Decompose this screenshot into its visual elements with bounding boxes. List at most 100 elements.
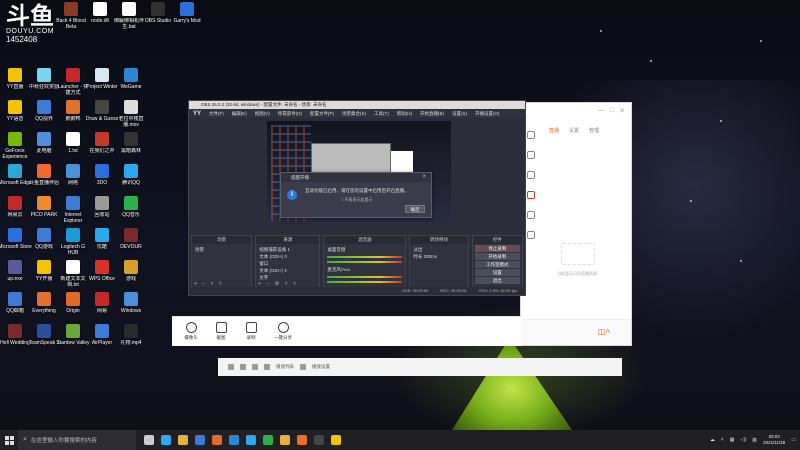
start-recording-button[interactable]: 开始录制 [474, 253, 520, 260]
menu-docks[interactable]: 停靠部件(D) [278, 111, 302, 117]
wegame-icon[interactable] [229, 435, 239, 445]
desktop-icon[interactable]: OBS Studio [143, 0, 173, 40]
media-icon[interactable] [240, 364, 246, 370]
menu-tools[interactable]: 工具(T) [374, 111, 389, 117]
desktop-icon[interactable]: Garry's Mod [172, 0, 202, 40]
desktop-icon[interactable]: AirPlayer [87, 322, 117, 362]
screenshot-icon [215, 322, 227, 333]
taskbar-clock[interactable]: 20:03 2021/11/28 [763, 434, 785, 446]
app-icon [8, 132, 22, 146]
edge-icon[interactable] [161, 435, 171, 445]
media-item-playlist[interactable]: 播放列表 [276, 364, 294, 370]
firefox-icon[interactable] [212, 435, 222, 445]
dont-show-checkbox[interactable]: □ 不再显示此提示 [341, 197, 373, 203]
app-icon [8, 164, 22, 178]
app-icon [37, 196, 51, 210]
store-icon[interactable] [195, 435, 205, 445]
yy-icon[interactable] [331, 435, 341, 445]
app-icon [8, 68, 22, 82]
media-icon[interactable] [252, 364, 258, 370]
broadcast-icon[interactable]: ◫˄ [598, 327, 610, 336]
close-icon[interactable]: ✕ [619, 107, 625, 115]
close-icon[interactable]: × [422, 174, 426, 180]
ok-button[interactable]: 确定 [405, 205, 425, 213]
obs-icon[interactable] [314, 435, 324, 445]
record-button-label: 录制 [246, 335, 256, 340]
desktop-icon[interactable]: Back 4 Blood Beta [56, 0, 86, 40]
watermark-brand: DOUYU.COM [6, 28, 55, 35]
desktop-icon[interactable]: TeamSpeak 3 [29, 322, 59, 362]
menu-file[interactable]: 文件(F) [209, 111, 224, 117]
menu-scene-collection[interactable]: 场景集合(S) [342, 111, 366, 117]
menu-edit[interactable]: 编辑(E) [232, 111, 247, 117]
minimize-icon[interactable]: — [598, 107, 605, 115]
source-item[interactable]: 窗口 [259, 260, 316, 267]
start-button[interactable] [0, 430, 18, 450]
share-button[interactable]: 一键分享 [268, 322, 298, 341]
source-item[interactable]: 文本 (GDI+) 3 [259, 253, 316, 260]
screen-icon[interactable] [527, 151, 535, 159]
media-item-settings[interactable]: 播放设置 [312, 364, 330, 370]
exit-button[interactable]: 退出 [474, 277, 520, 284]
studio-mode-button[interactable]: 工作室模式 [474, 261, 520, 268]
menu-settings[interactable]: 设置(S) [452, 111, 467, 117]
gift-icon[interactable] [527, 211, 535, 219]
tab-settings[interactable]: 设置 [569, 127, 579, 134]
source-item[interactable]: 文字 [259, 274, 316, 281]
desktop-icon[interactable]: Stardew Valley [57, 322, 89, 362]
source-item[interactable]: 视频捕获设备 1 [259, 246, 316, 253]
notification-icon[interactable]: ▭ [791, 437, 796, 443]
volume-slider[interactable] [327, 281, 403, 283]
transition-type[interactable]: 淡出 [413, 246, 464, 253]
record-button[interactable]: 录制 [236, 322, 266, 341]
screenshot-button[interactable]: 截图 [206, 322, 236, 341]
duration-label: 时长 [413, 254, 423, 259]
settings-button[interactable]: 设置 [474, 269, 520, 276]
controls-header: 控件 [472, 236, 522, 244]
duration-value[interactable]: 300ms [424, 254, 438, 259]
taskbar-search[interactable]: ⌕ 在这里输入你要搜索的内容 [18, 430, 136, 450]
qq-icon[interactable] [246, 435, 256, 445]
ime-indicator[interactable]: 英 [752, 437, 757, 444]
douyu-icon[interactable] [297, 435, 307, 445]
folder-icon[interactable] [280, 435, 290, 445]
media-icon[interactable] [264, 364, 270, 370]
maximize-icon[interactable]: □ [610, 107, 614, 115]
menu-start-live[interactable]: 开始直播(B) [420, 111, 444, 117]
desktop-icon[interactable]: node.dll [85, 0, 115, 40]
chevron-up-icon[interactable]: ˄ [721, 437, 724, 443]
network-icon[interactable]: ▦ [730, 437, 735, 443]
sources-list: 视频捕获设备 1 文本 (GDI+) 3 窗口 文本 (GDI+) 2 文字 [256, 244, 319, 283]
task-view-icon[interactable] [144, 435, 154, 445]
weather-icon[interactable]: ☁ [710, 437, 715, 443]
tab-manage[interactable]: 管理 [589, 127, 599, 134]
file-explorer-icon[interactable] [178, 435, 188, 445]
menu-view[interactable]: 视图(V) [255, 111, 270, 117]
media-icon[interactable] [228, 364, 234, 370]
volume-icon[interactable]: ◁) [741, 437, 747, 443]
scene-item[interactable]: 场景 [195, 246, 248, 253]
media-icon[interactable] [300, 364, 306, 370]
desktop-icon[interactable]: 礼物.mp4 [116, 322, 146, 362]
watermark-room-id: 1452408 [6, 35, 38, 44]
menu-profile[interactable]: 配置文件(P) [310, 111, 334, 117]
tab-live[interactable]: 直播 [549, 127, 559, 134]
settings-icon[interactable] [527, 231, 535, 239]
volume-meter[interactable] [327, 256, 403, 258]
volume-meter[interactable] [327, 276, 403, 278]
taskbar: ⌕ 在这里输入你要搜索的内容 ☁ ˄ ▦ ◁) 英 20:03 2021/11/… [0, 430, 800, 450]
stop-recording-button[interactable]: 停止录制 [474, 245, 520, 252]
wechat-icon[interactable] [263, 435, 273, 445]
camera-button[interactable]: 摄像头 [176, 322, 206, 341]
source-item[interactable]: 文本 (GDI+) 2 [259, 267, 316, 274]
desktop-icon[interactable]: Hell Wedding [0, 322, 30, 362]
desktop-icon[interactable]: 绑解绑相机伴生.bat [114, 0, 144, 40]
panel-side-icons [527, 131, 535, 239]
stream-client-toolbar: 摄像头 截图 录制 一键分享 ◫˄ [172, 316, 610, 346]
clock-icon[interactable] [527, 171, 535, 179]
menu-live-settings[interactable]: 开播设置(O) [475, 111, 500, 117]
volume-slider[interactable] [327, 261, 403, 263]
menu-help[interactable]: 帮助(H) [397, 111, 412, 117]
camera-icon[interactable] [527, 131, 535, 139]
tools-icon[interactable] [527, 191, 535, 199]
